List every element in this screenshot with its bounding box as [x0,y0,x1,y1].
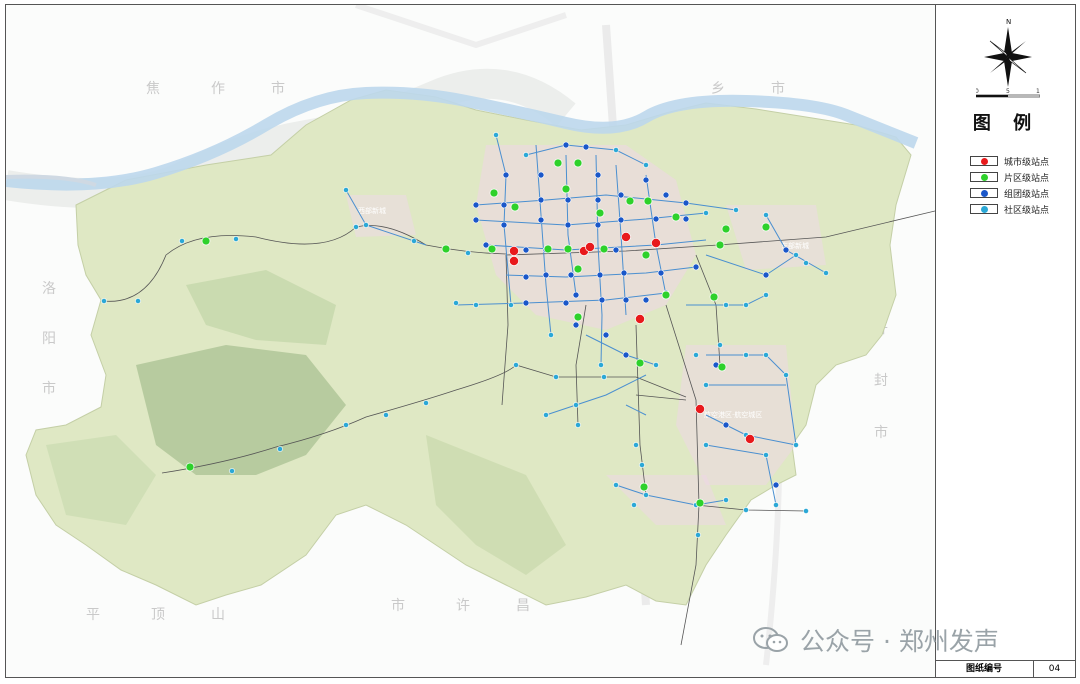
legend-item-city: 城市级站点 [970,153,1049,169]
place-label: 山 [211,607,225,623]
scale-tick: 0 [976,88,979,95]
legend-label: 片区级站点 [1004,173,1050,184]
drawing-number-label: 图纸编号 [935,661,1034,677]
legend-swatch [970,204,998,214]
map-area[interactable]: 焦 作 市 乡 市 开 封 市 洛 阳 市 平 顶 山 市 许 昌 西部新城 东… [6,5,935,677]
community-station-icon [980,205,988,213]
place-label: 封 [874,373,888,389]
place-label: 许 [456,598,470,614]
place-label: 市 [771,80,785,97]
watermark-text: 公众号 · 郑州发声 [800,627,999,656]
place-label: 市 [391,597,405,614]
legend-swatch [970,188,998,198]
legend-panel: N 0 5 10 KM 图 例 城市级站点 片区级站点 组团级站点 社区级 [935,5,1075,677]
legend-swatch [970,156,998,166]
scale-tick: 10 [1036,88,1040,95]
legend-item-district: 片区级站点 [970,169,1049,185]
cluster-station-icon [980,189,988,197]
legend-label: 组团级站点 [1004,189,1050,200]
place-label: 焦 [146,81,160,97]
area-label: 航空港区·航空城区 [704,410,762,419]
place-label: 市 [874,424,888,441]
legend-item-community: 社区级站点 [970,201,1049,217]
place-label: 市 [42,380,56,397]
place-label: 作 [211,81,225,97]
legend-swatch [970,172,998,182]
legend-list: 城市级站点 片区级站点 组团级站点 社区级站点 [970,153,1049,217]
drawing-number-value: 04 [1048,664,1061,674]
area-label: 西部新城 [358,206,386,215]
north-arrow-icon: N 0 5 10 KM [976,18,1040,98]
place-label: 乡 [711,81,725,97]
place-label: 洛 [42,281,56,297]
place-label: 顶 [151,607,165,623]
legend-title: 图 例 [972,113,1040,134]
place-label: 阳 [42,331,56,347]
watermark: 公众号 · 郑州发声 [752,622,999,658]
legend-label: 社区级站点 [1004,205,1050,216]
place-label: 昌 [516,598,530,614]
scale-tick: 5 [1006,88,1010,95]
place-label: 市 [271,80,285,97]
legend-item-cluster: 组团级站点 [970,185,1049,201]
title-block: 图纸编号 04 [935,660,1075,677]
north-letter: N [1006,18,1011,26]
wechat-icon [753,627,788,652]
city-station-icon [980,157,988,165]
map-canvas: 焦 作 市 乡 市 开 封 市 洛 阳 市 平 顶 山 市 许 昌 西部新城 东… [6,5,935,677]
place-label: 平 [86,607,100,623]
district-station-icon [980,173,988,181]
legend-label: 城市级站点 [1004,157,1050,168]
